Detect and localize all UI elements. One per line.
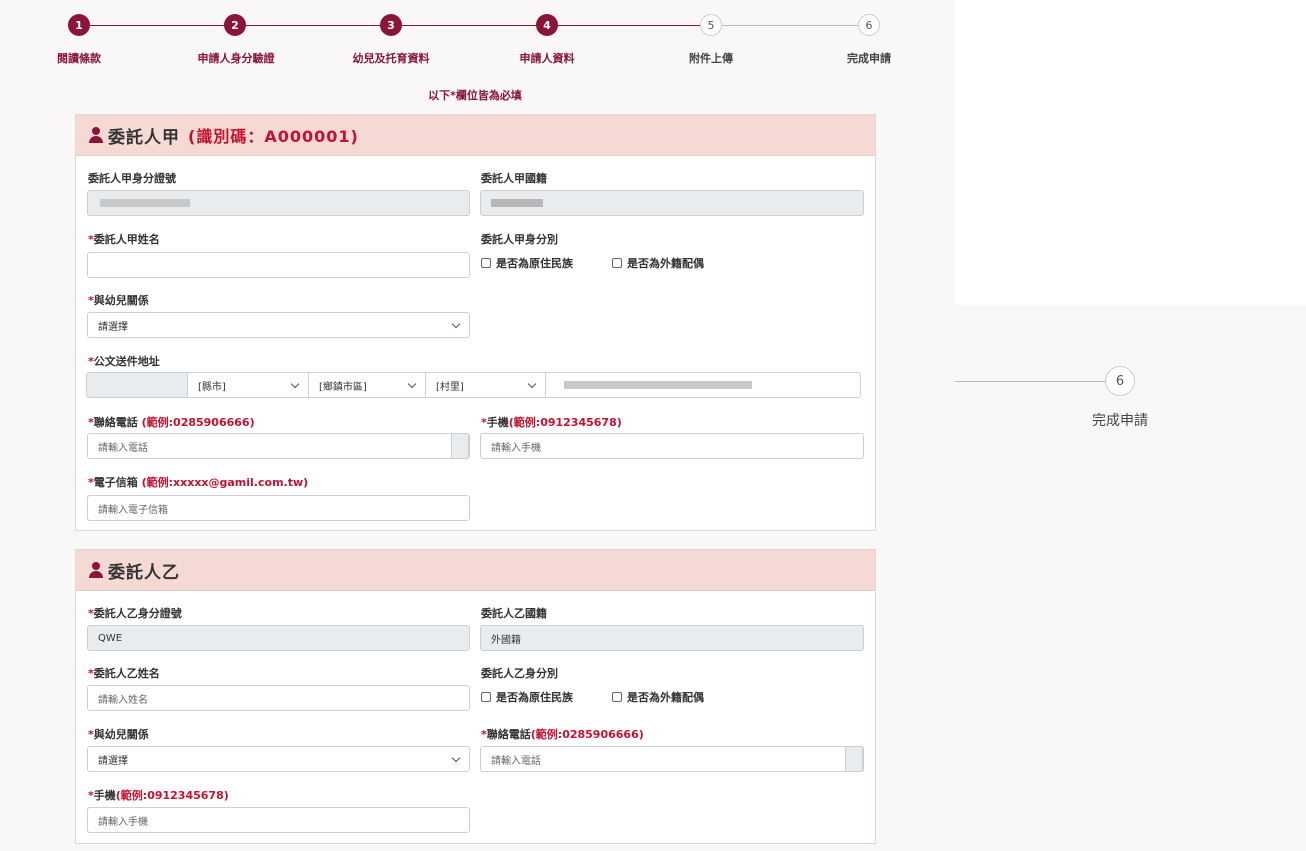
step-3-circle: 3 <box>380 14 402 36</box>
masked-value <box>100 199 190 207</box>
trustee-a-id-field <box>87 190 470 216</box>
step-2-circle: 2 <box>224 14 246 36</box>
address-county-select[interactable]: [縣市] <box>187 372 309 398</box>
step-1-label: 閱讀條款 <box>57 52 101 65</box>
address-postal-code <box>86 372 188 398</box>
trustee-a-address-label: *公文送件地址 <box>88 355 160 368</box>
trustee-b-title: 委託人乙 <box>108 562 180 583</box>
step-3-label: 幼兒及托育資料 <box>352 52 430 65</box>
trustee-b-mobile-label: *手機(範例:0912345678) <box>88 789 229 802</box>
step-connector <box>402 25 538 26</box>
trustee-a-phone-input[interactable]: 請輸入電話 <box>87 433 470 459</box>
chevron-down-icon <box>451 753 461 763</box>
step-4-label: 申請人資料 <box>519 52 575 65</box>
trustee-b-name-label: *委託人乙姓名 <box>88 667 160 680</box>
masked-value <box>564 381 752 389</box>
trustee-b-header: 委託人乙 <box>76 550 875 591</box>
step-6-circle: 6 <box>858 14 880 36</box>
trustee-a-title: 委託人甲 <box>108 127 180 148</box>
masked-value <box>491 199 543 207</box>
chevron-down-icon <box>290 379 300 389</box>
person-icon <box>88 127 104 143</box>
trustee-b-nationality-field: 外國籍 <box>480 625 864 651</box>
trustee-a-phone-label: *聯絡電話 (範例:0285906666) <box>88 416 255 429</box>
step-1-circle: 1 <box>68 14 90 36</box>
trustee-b-mobile-input[interactable]: 請輸入手機 <box>87 807 470 833</box>
trustee-a-mobile-input[interactable]: 請輸入手機 <box>480 433 864 459</box>
trustee-a-code: (識別碼：A000001) <box>188 127 359 146</box>
trustee-b-identity-label: 委託人乙身分別 <box>481 667 558 680</box>
step-connector <box>246 25 382 26</box>
step-5-label: 附件上傳 <box>689 52 733 65</box>
person-icon <box>88 562 104 578</box>
trustee-a-id-label: 委託人甲身分證號 <box>88 172 176 185</box>
required-fields-note: 以下*欄位皆為必填 <box>428 89 522 102</box>
trustee-a-relation-label: *與幼兒關係 <box>88 294 149 307</box>
step-connector <box>90 25 226 26</box>
trustee-b-name-input[interactable]: 請輸入姓名 <box>87 685 470 711</box>
trustee-b-nationality-label: 委託人乙國籍 <box>481 607 547 620</box>
chevron-down-icon <box>527 379 537 389</box>
chevron-down-icon <box>407 379 417 389</box>
trustee-a-name-input[interactable] <box>87 252 470 278</box>
trustee-a-header: 委託人甲 (識別碼：A000001) <box>76 115 875 156</box>
trustee-a-indigenous-checkbox[interactable]: 是否為原住民族 <box>481 255 573 271</box>
trustee-b-relation-select[interactable]: 請選擇 <box>87 746 470 772</box>
overlay-step-6-label: 完成申請 <box>1092 413 1148 429</box>
trustee-b-phone-input[interactable]: 請輸入電話 <box>480 746 864 772</box>
trustee-a-identity-label: 委託人甲身分別 <box>481 233 558 246</box>
trustee-a-mobile-label: *手機(範例:0912345678) <box>481 416 622 429</box>
phone-extension-addon[interactable] <box>845 746 863 772</box>
trustee-a-email-label: *電子信箱 (範例:xxxxx@gamil.com.tw) <box>88 476 309 489</box>
step-5-circle: 5 <box>700 14 722 36</box>
step-connector <box>722 25 858 26</box>
address-village-select[interactable]: [村里] <box>425 372 546 398</box>
trustee-b-id-field: QWE <box>87 625 470 651</box>
phone-extension-addon[interactable] <box>451 433 469 459</box>
step-6-label: 完成申請 <box>847 52 891 65</box>
step-connector <box>558 25 700 26</box>
trustee-a-relation-select[interactable]: 請選擇 <box>87 312 470 338</box>
address-street-input[interactable] <box>545 372 861 398</box>
chevron-down-icon <box>451 319 461 329</box>
trustee-a-name-label: *委託人甲姓名 <box>88 233 160 246</box>
step-4-circle: 4 <box>536 14 558 36</box>
overlay-step-6-circle: 6 <box>1105 366 1135 396</box>
step-2-label: 申請人身分驗證 <box>197 52 275 65</box>
address-township-select[interactable]: [鄉鎮市區] <box>308 372 426 398</box>
trustee-a-email-input[interactable]: 請輸入電子信箱 <box>87 495 470 521</box>
trustee-b-relation-label: *與幼兒關係 <box>88 728 149 741</box>
trustee-b-id-label: *委託人乙身分證號 <box>88 607 182 620</box>
trustee-b-phone-label: *聯絡電話(範例:0285906666) <box>481 728 644 741</box>
trustee-a-nationality-label: 委託人甲國籍 <box>481 172 547 185</box>
trustee-b-foreign-spouse-checkbox[interactable]: 是否為外籍配偶 <box>612 689 704 705</box>
trustee-a-nationality-field <box>480 190 864 216</box>
trustee-b-indigenous-checkbox[interactable]: 是否為原住民族 <box>481 689 573 705</box>
trustee-a-foreign-spouse-checkbox[interactable]: 是否為外籍配偶 <box>612 255 704 271</box>
overlay-step-connector <box>955 381 1105 382</box>
